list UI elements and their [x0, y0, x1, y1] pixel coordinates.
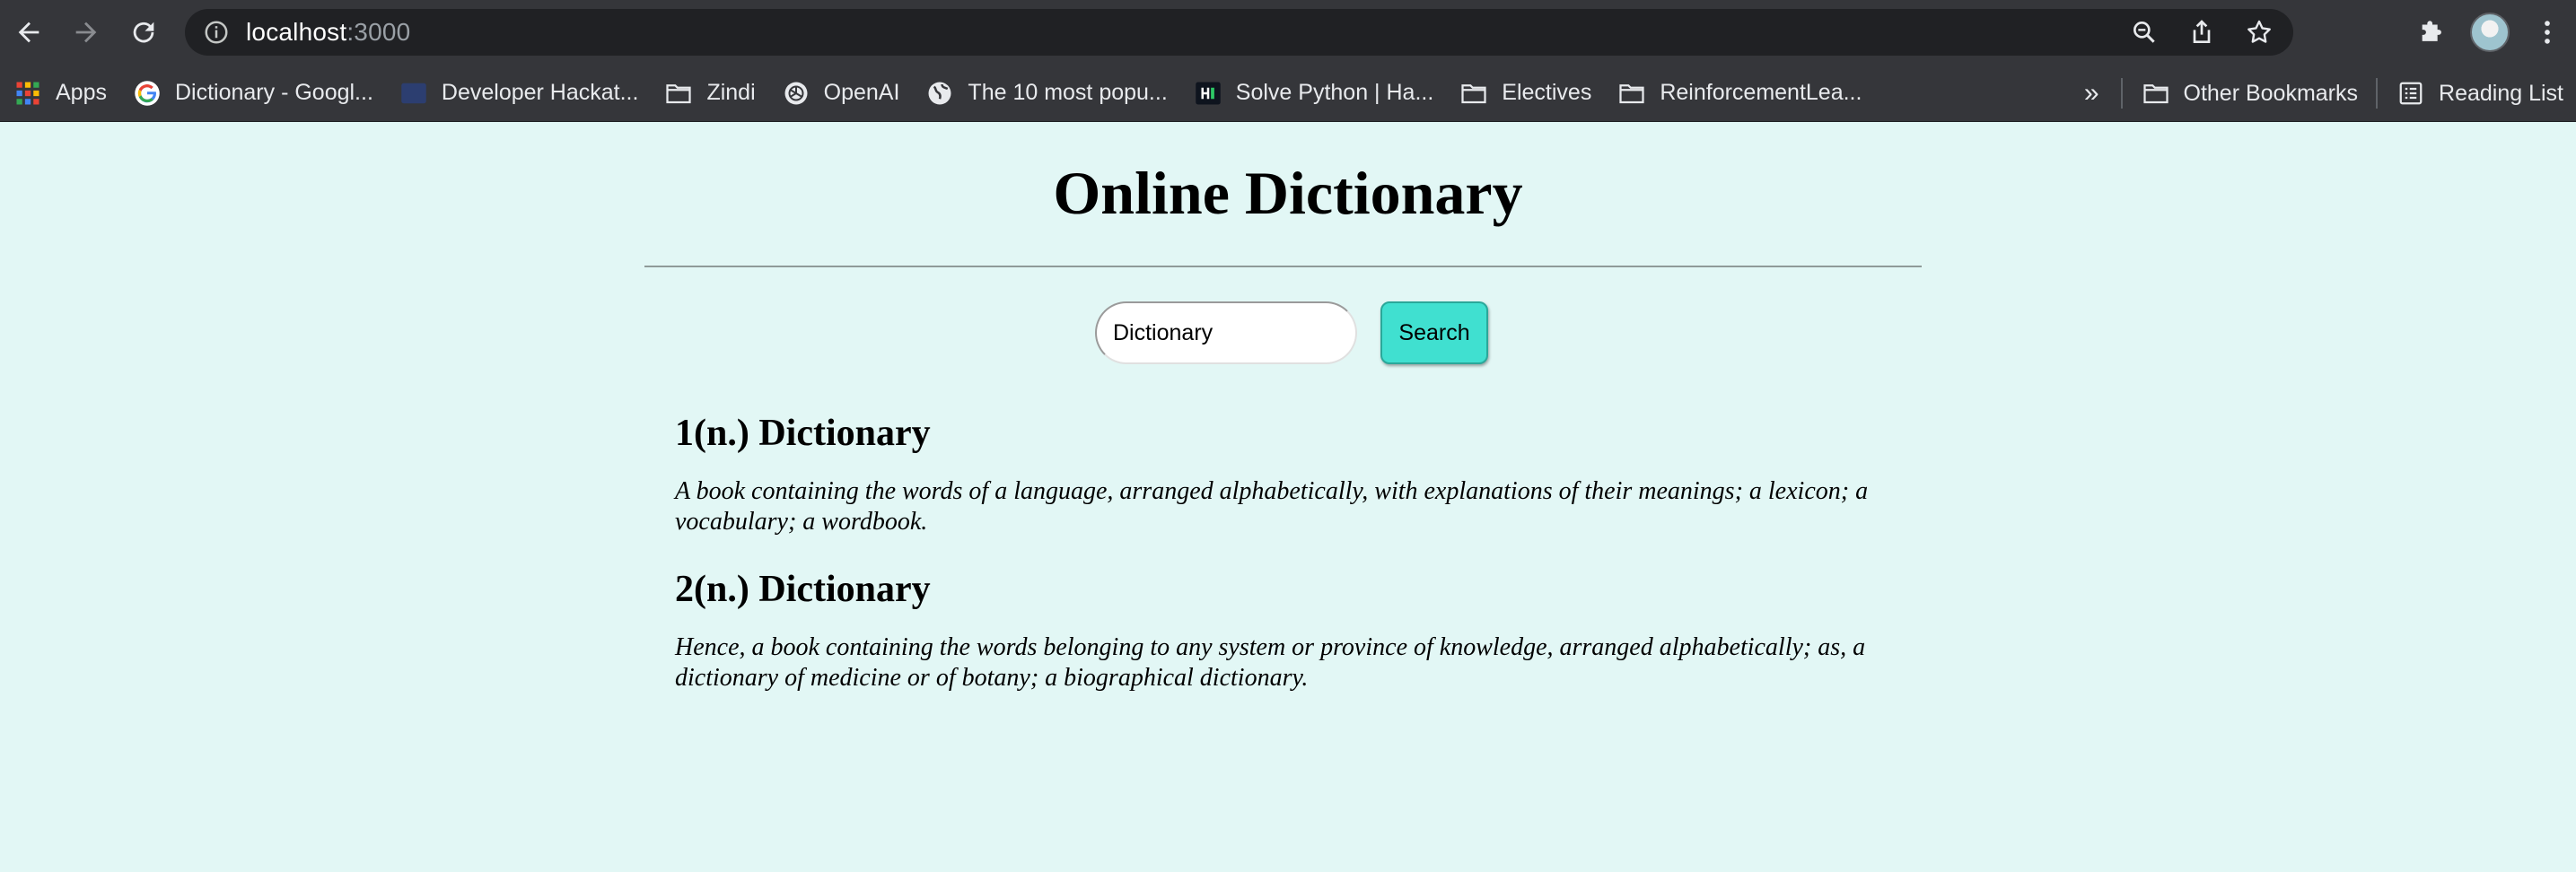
bookmark-label: Electives [1502, 80, 1592, 105]
bookmarks-separator [2376, 78, 2379, 109]
arrow-right-icon [75, 22, 97, 43]
share-icon[interactable] [2187, 18, 2216, 47]
browser-toolbar: localhost:3000 [0, 0, 2576, 65]
apps-grid-icon [14, 80, 41, 107]
entry-heading: 1(n.) Dictionary [675, 413, 931, 454]
page-title: Online Dictionary [1053, 159, 1523, 227]
bookmark-label: Apps [56, 80, 107, 105]
reading-list-label: Reading List [2439, 80, 2563, 106]
definition-entry: 2(n.) Dictionary Hence, a book containin… [675, 564, 1927, 693]
reload-button[interactable] [115, 0, 172, 65]
bookmark-label: The 10 most popu... [968, 80, 1168, 105]
folder-icon [1460, 80, 1487, 107]
bookmarks-overflow-button[interactable]: » [2068, 78, 2116, 109]
bookmark-label: ReinforcementLea... [1660, 80, 1862, 105]
bookmark-label: OpenAI [823, 80, 900, 105]
bookmark-label: Solve Python | Ha... [1235, 80, 1434, 105]
back-button[interactable] [0, 0, 57, 65]
bookmark-developer-hackathon[interactable]: Developer Hackat... [386, 65, 652, 122]
bookmarks-bar: Apps Dictionary - Googl... Developer Hac… [0, 65, 2576, 122]
bookmark-folder-electives[interactable]: Electives [1446, 65, 1604, 122]
zoom-icon[interactable] [2130, 18, 2159, 47]
arrow-left-icon [18, 22, 39, 43]
search-input[interactable] [1095, 301, 1357, 364]
openai-icon [783, 80, 810, 107]
bookmark-solve-python[interactable]: Solve Python | Ha... [1180, 65, 1447, 122]
extensions-puzzle-icon[interactable] [2404, 0, 2461, 65]
reading-list-icon [2397, 80, 2424, 107]
search-button[interactable]: Search [1380, 301, 1488, 364]
folder-icon [1618, 80, 1645, 107]
url-host: localhost [246, 18, 347, 46]
bookmark-most-popular[interactable]: The 10 most popu... [912, 65, 1179, 122]
bookmark-openai[interactable]: OpenAI [768, 65, 913, 122]
bookmarks-separator [2120, 78, 2123, 109]
google-icon [134, 80, 161, 107]
avatar [2470, 13, 2510, 52]
entry-heading: 2(n.) Dictionary [675, 569, 931, 610]
bookmark-label: Zindi [706, 80, 756, 105]
info-icon[interactable] [203, 19, 230, 46]
folder-icon [2142, 80, 2169, 107]
hackerrank-icon [1195, 80, 1222, 107]
url-port: :3000 [346, 18, 411, 46]
forward-button[interactable] [57, 0, 115, 65]
bookmark-folder-zindi[interactable]: Zindi [651, 65, 767, 122]
other-bookmarks-label: Other Bookmarks [2183, 80, 2359, 106]
menu-kebab-icon[interactable] [2519, 0, 2576, 65]
reload-icon [133, 22, 154, 43]
url-text: localhost:3000 [246, 18, 410, 47]
star-icon[interactable] [2245, 18, 2274, 47]
bookmark-apps[interactable]: Apps [0, 65, 119, 122]
definition-entry: 1(n.) Dictionary A book containing the w… [675, 408, 1927, 537]
bookmark-label: Dictionary - Googl... [174, 80, 373, 105]
bookmark-dictionary-google[interactable]: Dictionary - Googl... [119, 65, 386, 122]
bookmark-label: Developer Hackat... [441, 80, 639, 105]
definitions-list: 1(n.) Dictionary A book containing the w… [675, 408, 1927, 720]
profile-avatar-button[interactable] [2461, 0, 2519, 65]
other-bookmarks-folder[interactable]: Other Bookmarks [2128, 65, 2371, 122]
reading-list-button[interactable]: Reading List [2383, 65, 2576, 122]
devpost-icon [400, 80, 427, 107]
title-divider [644, 266, 1922, 267]
entry-definition: Hence, a book containing the words belon… [675, 633, 1866, 692]
globe-icon [926, 80, 953, 107]
bookmark-folder-reinforcement[interactable]: ReinforcementLea... [1604, 65, 1874, 122]
address-bar[interactable]: localhost:3000 [185, 9, 2293, 56]
entry-definition: A book containing the words of a languag… [675, 477, 1869, 536]
folder-icon [665, 80, 692, 107]
